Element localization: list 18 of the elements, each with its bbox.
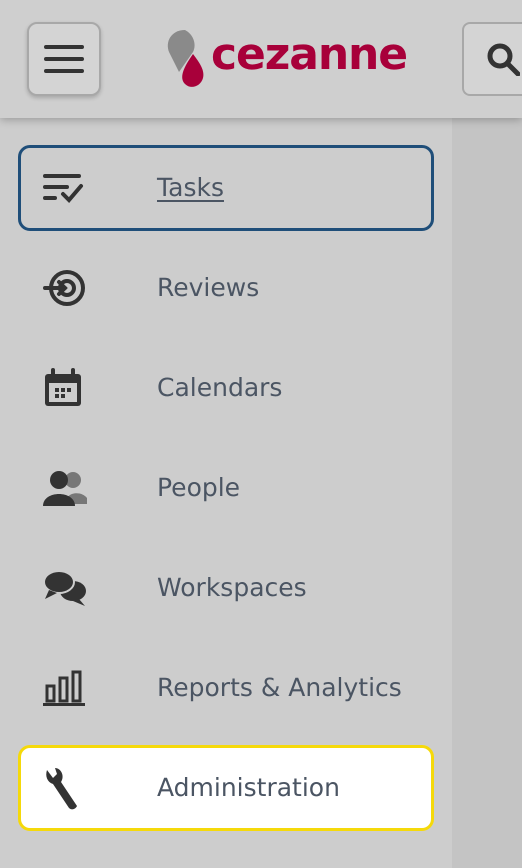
people-icon bbox=[43, 470, 87, 506]
nav-item[interactable]: Reviews bbox=[18, 245, 434, 331]
nav-item[interactable]: People bbox=[18, 445, 434, 531]
bar-chart-icon bbox=[43, 670, 87, 706]
nav-item[interactable]: Workspaces bbox=[18, 545, 434, 631]
menu-button[interactable] bbox=[27, 22, 101, 96]
list-check-icon bbox=[43, 172, 85, 204]
search-icon bbox=[486, 42, 520, 76]
chat-bubbles-icon bbox=[43, 569, 87, 607]
nav-item[interactable]: Administration bbox=[18, 745, 434, 831]
search-button[interactable] bbox=[462, 22, 522, 96]
nav-item[interactable]: Reports & Analytics bbox=[18, 645, 434, 731]
nav-item[interactable]: Calendars bbox=[18, 345, 434, 431]
brand-name: cezanne bbox=[211, 33, 408, 77]
calendar-icon bbox=[43, 368, 83, 408]
target-icon bbox=[43, 268, 87, 308]
nav-item[interactable]: Tasks bbox=[18, 145, 434, 231]
menu-icon bbox=[44, 44, 84, 74]
